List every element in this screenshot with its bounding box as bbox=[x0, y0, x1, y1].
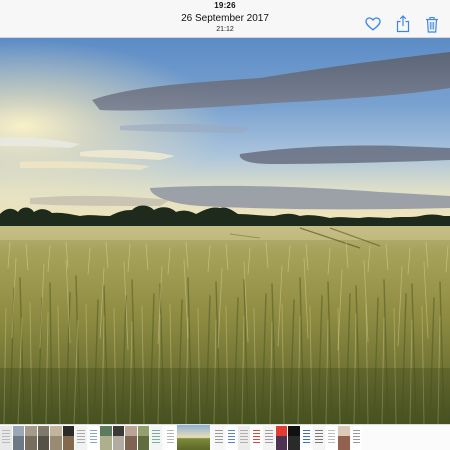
thumbnail[interactable] bbox=[87, 426, 99, 450]
thumbnail-document-lines bbox=[352, 430, 360, 444]
thumbnail-strip[interactable] bbox=[0, 424, 450, 450]
thumbnail-photo-detail bbox=[125, 436, 137, 450]
thumbnail-document-lines bbox=[315, 430, 323, 444]
thumbnail-document-lines bbox=[302, 430, 310, 444]
thumbnail-photo-detail bbox=[25, 436, 37, 450]
thumbnail-photo-detail bbox=[12, 436, 24, 450]
thumbnail-current[interactable] bbox=[177, 425, 210, 450]
thumbnail-photo-detail bbox=[137, 436, 149, 450]
thumbnail[interactable] bbox=[75, 426, 87, 450]
thumbnail[interactable] bbox=[62, 426, 74, 450]
thumbnail[interactable] bbox=[275, 426, 287, 450]
thumbnail-photo-detail bbox=[62, 436, 74, 450]
thumbnail-document-lines bbox=[152, 430, 160, 444]
thumbnail-photo-detail bbox=[50, 436, 62, 450]
thumbnail-photo-detail bbox=[112, 436, 124, 450]
thumbnail[interactable] bbox=[313, 426, 325, 450]
thumbnail-document-lines bbox=[2, 430, 10, 444]
thumbnail[interactable] bbox=[50, 426, 62, 450]
thumbnail[interactable] bbox=[37, 426, 49, 450]
thumbnail[interactable] bbox=[137, 426, 149, 450]
thumbnail[interactable] bbox=[150, 426, 162, 450]
thumbnail-document-lines bbox=[252, 430, 260, 444]
share-button[interactable] bbox=[393, 14, 413, 34]
thumbnail-photo-detail bbox=[37, 436, 49, 450]
favorite-button[interactable] bbox=[363, 14, 383, 34]
thumbnail-document-lines bbox=[240, 430, 248, 444]
thumbnail[interactable] bbox=[112, 426, 124, 450]
thumbnail[interactable] bbox=[164, 426, 176, 450]
thumbnail[interactable] bbox=[25, 426, 37, 450]
thumbnail[interactable] bbox=[225, 426, 237, 450]
status-bar-time: 19:26 bbox=[214, 1, 236, 10]
thumbnail-photo-detail bbox=[338, 436, 350, 450]
photo-viewer: 19:26 26 September 2017 21:12 bbox=[0, 0, 450, 450]
thumbnail[interactable] bbox=[300, 426, 312, 450]
thumbnail-document-lines bbox=[77, 430, 85, 444]
thumbnail[interactable] bbox=[100, 426, 112, 450]
thumbnail[interactable] bbox=[125, 426, 137, 450]
thumbnail-photo-detail bbox=[288, 436, 300, 450]
thumbnail[interactable] bbox=[238, 426, 250, 450]
thumbnail[interactable] bbox=[288, 426, 300, 450]
navigation-bar: 19:26 26 September 2017 21:12 bbox=[0, 0, 450, 38]
thumbnail-document-lines bbox=[89, 430, 97, 444]
thumbnail[interactable] bbox=[325, 426, 337, 450]
main-photo[interactable] bbox=[0, 38, 450, 424]
delete-button[interactable] bbox=[422, 14, 442, 34]
thumbnail-document-lines bbox=[227, 430, 235, 444]
thumbnail-document-lines bbox=[327, 430, 335, 444]
share-icon bbox=[396, 15, 410, 33]
thumbnail-photo-detail bbox=[275, 436, 287, 450]
thumbnail-photo-detail bbox=[100, 436, 112, 450]
thumbnail[interactable] bbox=[338, 426, 350, 450]
thumbnail-document-lines bbox=[265, 430, 273, 444]
trash-icon bbox=[426, 16, 438, 33]
thumbnail-document-lines bbox=[215, 430, 223, 444]
thumbnail-document-lines bbox=[166, 430, 174, 444]
thumbnail[interactable] bbox=[263, 426, 275, 450]
thumbnail[interactable] bbox=[12, 426, 24, 450]
photo-image bbox=[0, 38, 450, 424]
thumbnail[interactable] bbox=[350, 426, 362, 450]
thumbnail[interactable] bbox=[250, 426, 262, 450]
thumbnail[interactable] bbox=[0, 426, 12, 450]
thumbnail[interactable] bbox=[213, 426, 225, 450]
heart-icon bbox=[365, 17, 381, 31]
